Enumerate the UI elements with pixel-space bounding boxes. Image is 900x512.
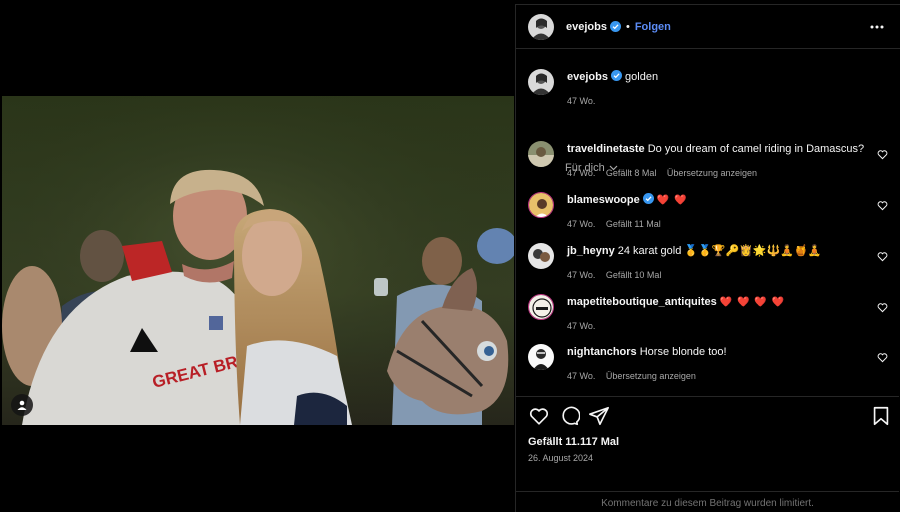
comment-icon[interactable] [558, 405, 580, 427]
translate-link[interactable]: Übersetzung anzeigen [606, 371, 696, 381]
comment-age: 47 Wo. [567, 168, 596, 178]
commenter-avatar[interactable] [528, 192, 554, 218]
comment-age: 47 Wo. [567, 219, 596, 229]
commenter-username[interactable]: jb_heyny [567, 245, 615, 257]
comment-likes[interactable]: Gefällt 8 Mal [606, 168, 657, 178]
comment-age: 47 Wo. [567, 270, 596, 280]
commenter-avatar[interactable] [528, 141, 554, 167]
comment-likes[interactable]: Gefällt 10 Mal [606, 270, 662, 280]
commenter-avatar[interactable] [528, 243, 554, 269]
caption-meta: 47 Wo. [567, 96, 603, 106]
user-tag-icon[interactable] [11, 394, 33, 416]
comment-heart-icon[interactable] [877, 251, 888, 262]
comment-body: jb_heyny 24 karat gold 🥇🥇🏆🔑👸🌟🔱🧘🍯🧘 [567, 244, 866, 258]
caption-text: golden [625, 71, 659, 83]
commenter-username[interactable]: traveldinetaste [567, 143, 645, 155]
comment-age: 47 Wo. [567, 321, 596, 331]
commenter-username[interactable]: nightanchors [567, 346, 637, 358]
comment-body: blameswoope ❤️ ❤️ [567, 193, 866, 208]
caption-avatar[interactable] [528, 69, 554, 95]
comment-heart-icon[interactable] [877, 200, 888, 211]
comment-body: mapetiteboutique_antiquites ❤️ ❤️ ❤️ ❤️ [567, 295, 866, 310]
comment-meta: 47 Wo. Gefällt 11 Mal [567, 219, 669, 229]
comment-heart-icon[interactable] [877, 302, 888, 313]
comment-heart-icon[interactable] [877, 352, 888, 363]
comment-text: Horse blonde too! [639, 346, 727, 358]
verified-badge-icon [610, 70, 622, 81]
comments-limited-notice: Kommentare zu diesem Beitrag wurden limi… [516, 491, 899, 509]
comment-text: ❤️ ❤️ ❤️ ❤️ [719, 297, 785, 308]
post-photo[interactable]: GREAT BRITAIN [2, 96, 514, 425]
caption-username[interactable]: evejobs [567, 71, 608, 83]
comment-text: ❤️ ❤️ [656, 195, 688, 206]
likes-count[interactable]: Gefällt 11.117 Mal [528, 436, 619, 448]
comment-text: 24 karat gold 🥇🥇🏆🔑👸🌟🔱🧘🍯🧘 [617, 245, 822, 257]
action-section: Gefällt 11.117 Mal 26. August 2024 Komme… [516, 396, 899, 512]
comment-likes[interactable]: Gefällt 11 Mal [606, 219, 661, 229]
commenter-avatar[interactable] [528, 294, 554, 320]
photo-image: GREAT BRITAIN [2, 96, 514, 425]
more-icon[interactable] [866, 16, 888, 38]
comments-list[interactable]: evejobs golden 47 Wo. Für dich traveldin… [516, 50, 899, 396]
comment-body: nightanchors Horse blonde too! [567, 345, 866, 359]
verified-badge-icon [642, 193, 654, 204]
commenter-avatar[interactable] [528, 344, 554, 370]
comment-meta: 47 Wo. Gefällt 10 Mal [567, 270, 669, 280]
verified-badge-icon [609, 21, 621, 32]
post-header: evejobs • Folgen [516, 5, 900, 49]
post-panel: evejobs • Folgen evejobs golden 47 Wo. F… [515, 4, 900, 512]
separator-dot: • [625, 20, 630, 33]
comment-heart-icon[interactable] [877, 149, 888, 160]
translate-link[interactable]: Übersetzung anzeigen [667, 168, 757, 178]
commenter-username[interactable]: blameswoope [567, 194, 640, 206]
comment-age: 47 Wo. [567, 371, 596, 381]
share-icon[interactable] [588, 405, 610, 427]
post-date: 26. August 2024 [528, 453, 594, 463]
bookmark-icon[interactable] [870, 405, 892, 427]
comment-meta: 47 Wo. [567, 321, 603, 331]
commenter-username[interactable]: mapetiteboutique_antiquites [567, 296, 717, 308]
action-bar [528, 405, 889, 429]
media-stage: GREAT BRITAIN [0, 0, 514, 512]
heart-icon[interactable] [528, 405, 550, 427]
comment-meta: 47 Wo. Gefällt 8 Mal Übersetzung anzeige… [567, 168, 765, 178]
author-avatar[interactable] [528, 13, 554, 40]
caption-body: evejobs golden [567, 70, 866, 84]
comment-body: traveldinetaste Do you dream of camel ri… [567, 142, 866, 156]
follow-button[interactable]: Folgen [635, 21, 671, 33]
caption-age: 47 Wo. [567, 96, 596, 106]
author-username[interactable]: evejobs [566, 21, 607, 33]
comment-text: Do you dream of camel riding in Damascus… [647, 143, 865, 155]
comment-meta: 47 Wo. Übersetzung anzeigen [567, 371, 704, 381]
